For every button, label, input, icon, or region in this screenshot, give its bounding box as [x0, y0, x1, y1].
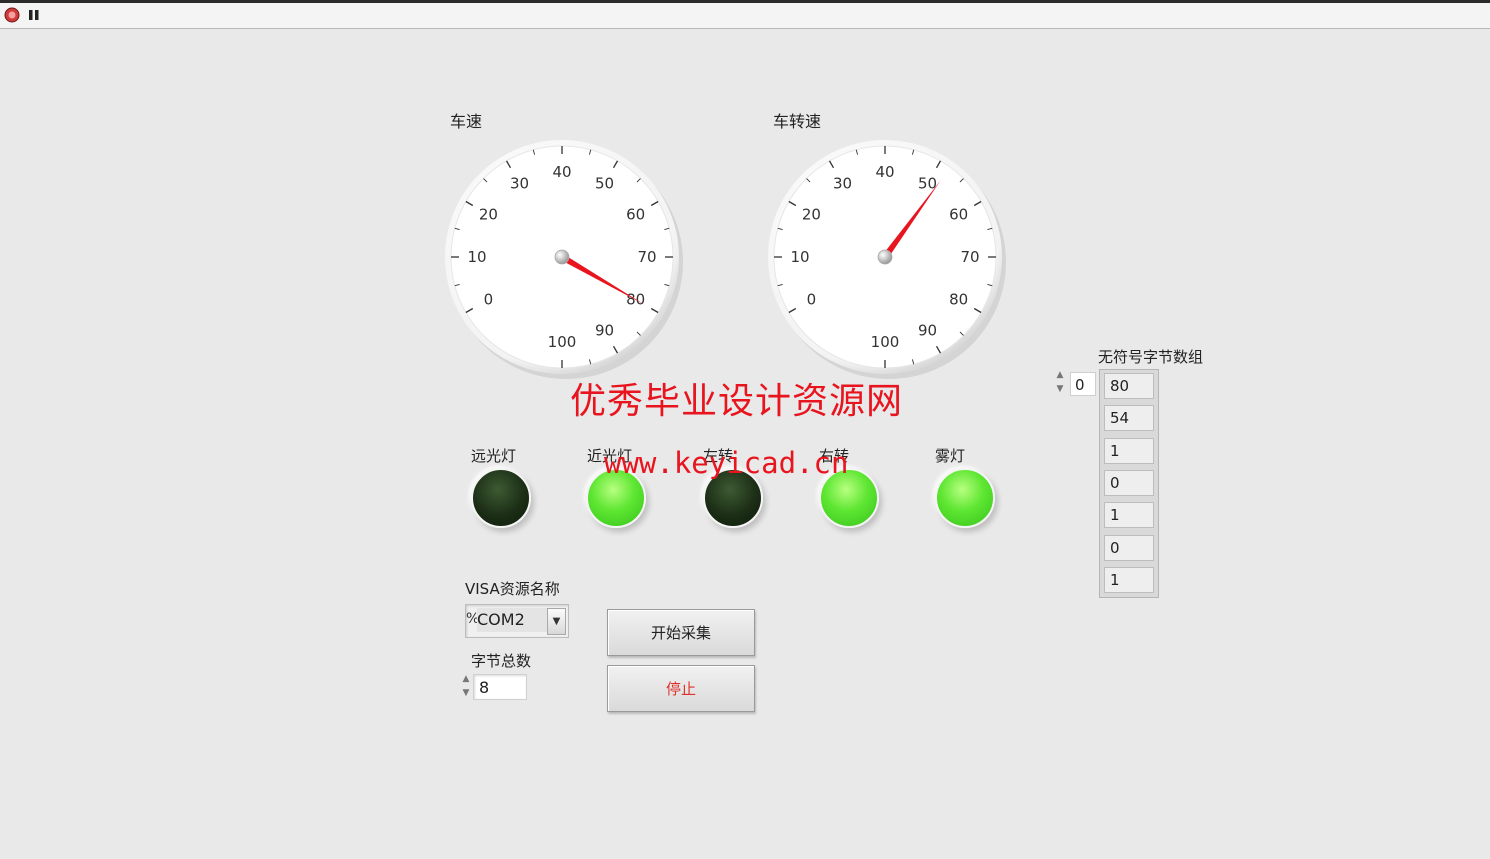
dropdown-arrow-icon[interactable]: ▼: [547, 608, 566, 635]
watermark-title: 优秀毕业设计资源网: [570, 381, 904, 422]
gauge-tick-label: 0: [807, 291, 817, 309]
byte-count-label: 字节总数: [471, 652, 532, 670]
gauge-tick-label: 30: [510, 174, 529, 192]
array-element[interactable]: 1: [1104, 502, 1154, 529]
gauge-tick-label: 10: [790, 248, 809, 266]
led-high-beam[interactable]: [471, 468, 531, 528]
visa-prefix: %: [466, 611, 480, 627]
abort-execution-icon[interactable]: [4, 7, 20, 23]
gauge-tick-label: 90: [918, 322, 937, 340]
gauge-tick-label: 100: [871, 333, 900, 351]
visa-resource-value[interactable]: COM2: [477, 608, 547, 632]
byte-count-increment-decrement-icon[interactable]: ▲ ▼: [461, 672, 471, 702]
gauge-tick-label: 100: [548, 333, 577, 351]
rpm-gauge[interactable]: 0102030405060708090100: [761, 132, 1011, 382]
byte-count-input[interactable]: 8: [473, 674, 527, 700]
gauge-tick-label: 0: [484, 291, 494, 309]
gauge-tick-label: 70: [960, 248, 979, 266]
led-label-high-beam: 远光灯: [471, 447, 517, 465]
array-element[interactable]: 80: [1104, 373, 1154, 399]
array-element[interactable]: 0: [1104, 534, 1154, 561]
rpm-gauge-label: 车转速: [773, 112, 822, 131]
gauge-tick-label: 30: [833, 174, 852, 192]
watermark-url: www.keyicad.cn: [604, 446, 849, 480]
gauge-tick-label: 80: [949, 291, 968, 309]
visa-resource-selector[interactable]: % COM2 ▼: [465, 604, 569, 638]
led-label-fog-light: 雾灯: [935, 447, 966, 465]
speed-gauge-label: 车速: [450, 112, 483, 131]
gauge-tick-label: 40: [875, 163, 894, 181]
array-index-input[interactable]: 0: [1070, 372, 1096, 396]
labview-front-panel: 车速 车转速 0102030405060708090100 0102030405…: [0, 0, 1490, 859]
speed-gauge[interactable]: 0102030405060708090100: [438, 132, 688, 382]
visa-resource-label: VISA资源名称: [465, 580, 560, 598]
gauge-tick-label: 60: [949, 206, 968, 224]
array-element[interactable]: 1: [1104, 437, 1154, 464]
gauge-tick-label: 90: [595, 322, 614, 340]
gauge-tick-label: 20: [479, 206, 498, 224]
array-index-increment-decrement-icon[interactable]: ▲ ▼: [1055, 368, 1065, 398]
pause-icon[interactable]: [26, 7, 42, 23]
gauge-tick-label: 50: [595, 174, 614, 192]
stop-button[interactable]: 停止: [607, 665, 755, 712]
gauge-tick-label: 20: [802, 206, 821, 224]
gauge-tick-label: 40: [552, 163, 571, 181]
gauge-tick-label: 60: [626, 206, 645, 224]
gauge-tick-label: 70: [637, 248, 656, 266]
byte-array: 80 54 1 0 1 0 1: [1099, 369, 1159, 598]
toolbar: [0, 0, 1490, 29]
array-element[interactable]: 0: [1104, 469, 1154, 496]
array-element[interactable]: 1: [1104, 566, 1154, 593]
gauge-tick-label: 10: [467, 248, 486, 266]
start-acquisition-button[interactable]: 开始采集: [607, 609, 755, 656]
array-element[interactable]: 54: [1104, 405, 1154, 432]
gauge-hub: [877, 249, 893, 265]
led-fog-light[interactable]: [935, 468, 995, 528]
byte-array-label: 无符号字节数组: [1098, 348, 1204, 366]
gauge-hub: [554, 249, 570, 265]
